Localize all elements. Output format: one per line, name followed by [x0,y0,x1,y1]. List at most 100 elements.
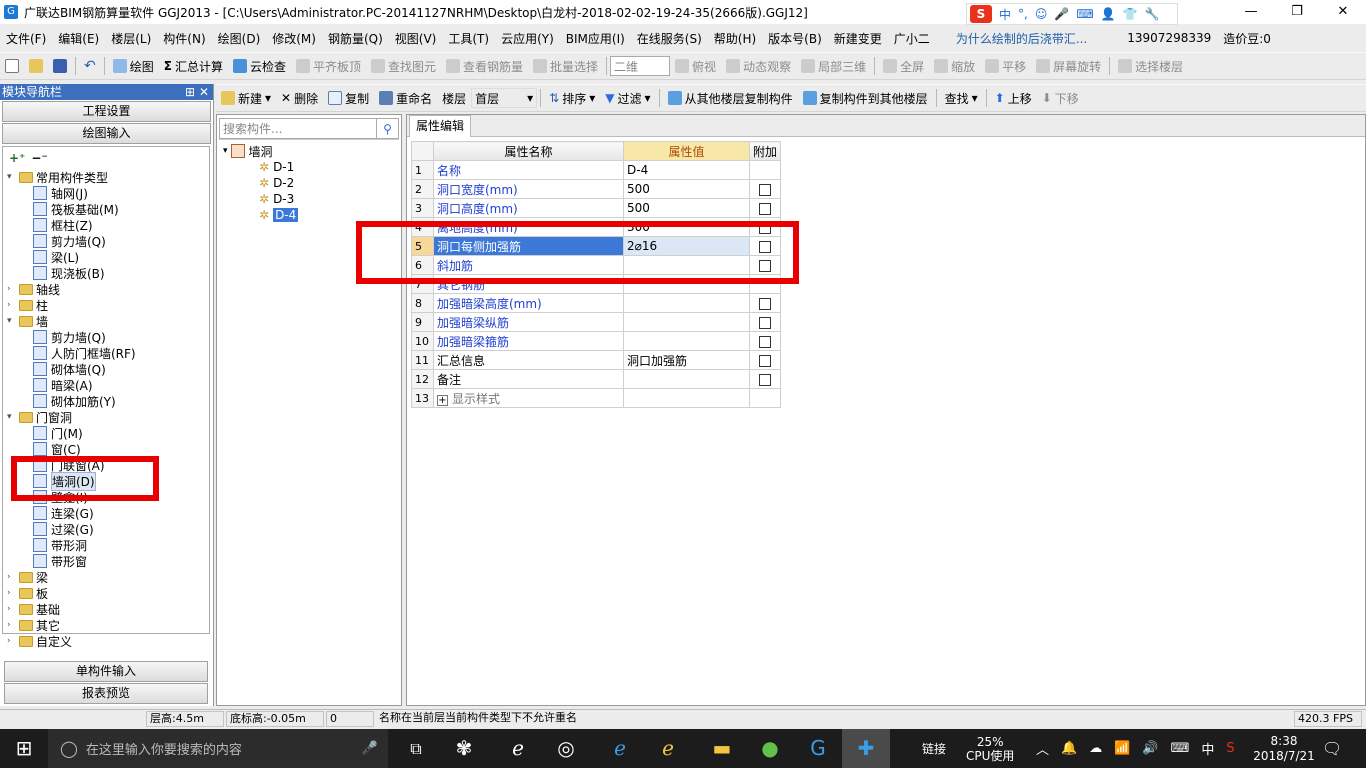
property-name[interactable]: 加强暗梁纵筋 [433,312,624,332]
property-row[interactable]: 3 洞口高度(mm) 500 [411,198,782,218]
ime-emoji-icon[interactable]: ☺ [1035,7,1048,21]
expand-icon[interactable]: › [7,300,17,310]
menu-edit[interactable]: 编辑(E) [52,30,105,47]
menu-draw[interactable]: 绘图(D) [212,30,267,47]
ime-keyboard-icon[interactable]: ⌨ [1076,7,1093,21]
account-phone[interactable]: 13907298339 [1121,31,1217,45]
extra-checkbox[interactable] [759,316,771,329]
view-rebar-button[interactable]: 查看钢筋量 [441,58,528,75]
copy-from-floors-button[interactable]: 从其他楼层复制构件 [663,90,798,107]
tree-node[interactable]: 带形窗 [33,553,87,569]
network-icon[interactable]: 📶 [1114,741,1130,756]
ime-lang-indicator[interactable]: 中 [1201,739,1214,758]
extra-checkbox[interactable] [759,373,771,386]
ime-settings-icon[interactable]: 🔧 [1145,7,1160,21]
360-browser-icon[interactable]: ● [746,729,794,768]
property-row[interactable]: 9 加强暗梁纵筋 [411,312,782,332]
menu-bim[interactable]: BIM应用(I) [560,30,631,47]
menu-help[interactable]: 帮助(H) [708,30,762,47]
ime-voice-icon[interactable]: 🎤 [1054,7,1069,21]
expand-icon[interactable]: › [7,620,17,630]
tree-node[interactable]: 剪力墙(Q) [33,233,106,249]
menu-modify[interactable]: 修改(M) [266,30,322,47]
tree-node[interactable]: › 柱 [7,297,48,313]
pin-icon[interactable]: ⊞ [185,85,195,99]
rename-button[interactable]: 重命名 [374,90,437,107]
extra-checkbox[interactable] [759,183,771,196]
property-value[interactable] [623,388,750,408]
minimize-button[interactable]: — [1228,0,1274,24]
summary-button[interactable]: Σ 汇总计算 [159,58,228,75]
tree-node[interactable]: › 基础 [7,601,60,617]
property-value[interactable] [623,312,750,332]
extra-checkbox[interactable] [759,335,771,348]
tree-node[interactable]: 轴网(J) [33,185,88,201]
tree-node[interactable]: 剪力墙(Q) [33,329,106,345]
expand-icon[interactable]: + [437,394,448,406]
extra-cell[interactable] [748,179,782,199]
glodon-active-app-icon[interactable]: ✚ [842,729,890,768]
tree-node[interactable]: 人防门框墙(RF) [33,345,136,361]
expand-icon[interactable]: › [7,284,17,294]
move-up-button[interactable]: ⬆ 上移 [990,90,1037,107]
tree-node[interactable]: 现浇板(B) [33,265,105,281]
start-windows-icon[interactable]: ⊞ [0,729,48,768]
tree-node[interactable]: ▾ 门窗洞 [7,409,72,425]
copy-to-floors-button[interactable]: 复制构件到其他楼层 [798,90,933,107]
clock[interactable]: 8:38 2018/7/21 [1253,729,1315,768]
find-element-button[interactable]: 查找图元 [366,58,441,75]
property-name[interactable]: + 显示样式 [433,388,624,408]
new-file-icon[interactable] [0,59,24,73]
single-component-button[interactable]: 单构件输入 [4,661,208,682]
ime-punct[interactable]: °, [1018,7,1028,21]
local-3d-button[interactable]: 局部三维 [796,58,871,75]
expand-icon[interactable]: › [7,604,17,614]
flat-top-button[interactable]: 平齐板顶 [291,58,366,75]
extra-checkbox[interactable] [759,297,771,310]
menu-assistant[interactable]: 广小二 [888,30,936,47]
tray-link[interactable]: 链接 [922,729,946,768]
maximize-button[interactable]: ❐ [1274,0,1320,24]
property-name[interactable]: 名称 [433,160,624,180]
volume-icon[interactable]: 🔊 [1142,741,1158,756]
drawing-input-button[interactable]: 绘图输入 [2,123,211,144]
extra-cell[interactable] [748,388,782,408]
property-row[interactable]: 12 备注 [411,369,782,389]
spiral-app-icon[interactable]: ◎ [542,729,590,768]
ime-lang[interactable]: 中 [999,6,1011,23]
batch-select-button[interactable]: 批量选择 [528,58,603,75]
component-item[interactable]: ✲ D-1 [223,159,401,175]
pan-button[interactable]: 平移 [980,58,1031,75]
sort-button[interactable]: ⇅ 排序 ▾ [544,90,600,107]
project-settings-button[interactable]: 工程设置 [2,101,211,122]
tree-node[interactable]: 窗(C) [33,441,81,457]
extra-cell[interactable] [748,160,782,180]
tree-node[interactable]: 框柱(Z) [33,217,93,233]
collapse-icon[interactable]: ▾ [7,172,17,182]
property-row[interactable]: 8 加强暗梁高度(mm) [411,293,782,313]
tree-node[interactable]: 门(M) [33,425,83,441]
keyboard-icon[interactable]: ⌨ [1171,741,1190,756]
close-nav-icon[interactable]: ✕ [199,85,209,99]
property-name[interactable]: 备注 [433,369,624,389]
tree-node[interactable]: 梁(L) [33,249,79,265]
tree-node[interactable]: 连梁(G) [33,505,94,521]
expand-icon[interactable]: › [7,588,17,598]
microphone-icon[interactable]: 🎤 [362,741,378,756]
extra-checkbox[interactable] [759,354,771,367]
notification-bell-icon[interactable]: 🔔 [1061,741,1077,756]
tree-node[interactable]: ▾ 墙 [7,313,48,329]
task-view-icon[interactable]: ⧉ [392,729,440,768]
top-view-button[interactable]: 俯视 [670,58,721,75]
menu-view[interactable]: 视图(V) [389,30,443,47]
menu-new-change[interactable]: 新建变更 [828,30,888,47]
collapse-icon[interactable]: ▾ [7,316,17,326]
menu-online[interactable]: 在线服务(S) [631,30,708,47]
component-item[interactable]: ✲ D-3 [223,191,401,207]
move-down-button[interactable]: ⬇ 下移 [1037,90,1084,107]
property-value[interactable]: D-4 [623,160,750,180]
menu-file[interactable]: 文件(F) [0,30,52,47]
rotate-button[interactable]: 屏幕旋转 [1031,58,1106,75]
sogou-tray-icon[interactable]: S [1226,741,1234,756]
component-tree-root[interactable]: ▾ 墙洞 [223,143,401,159]
